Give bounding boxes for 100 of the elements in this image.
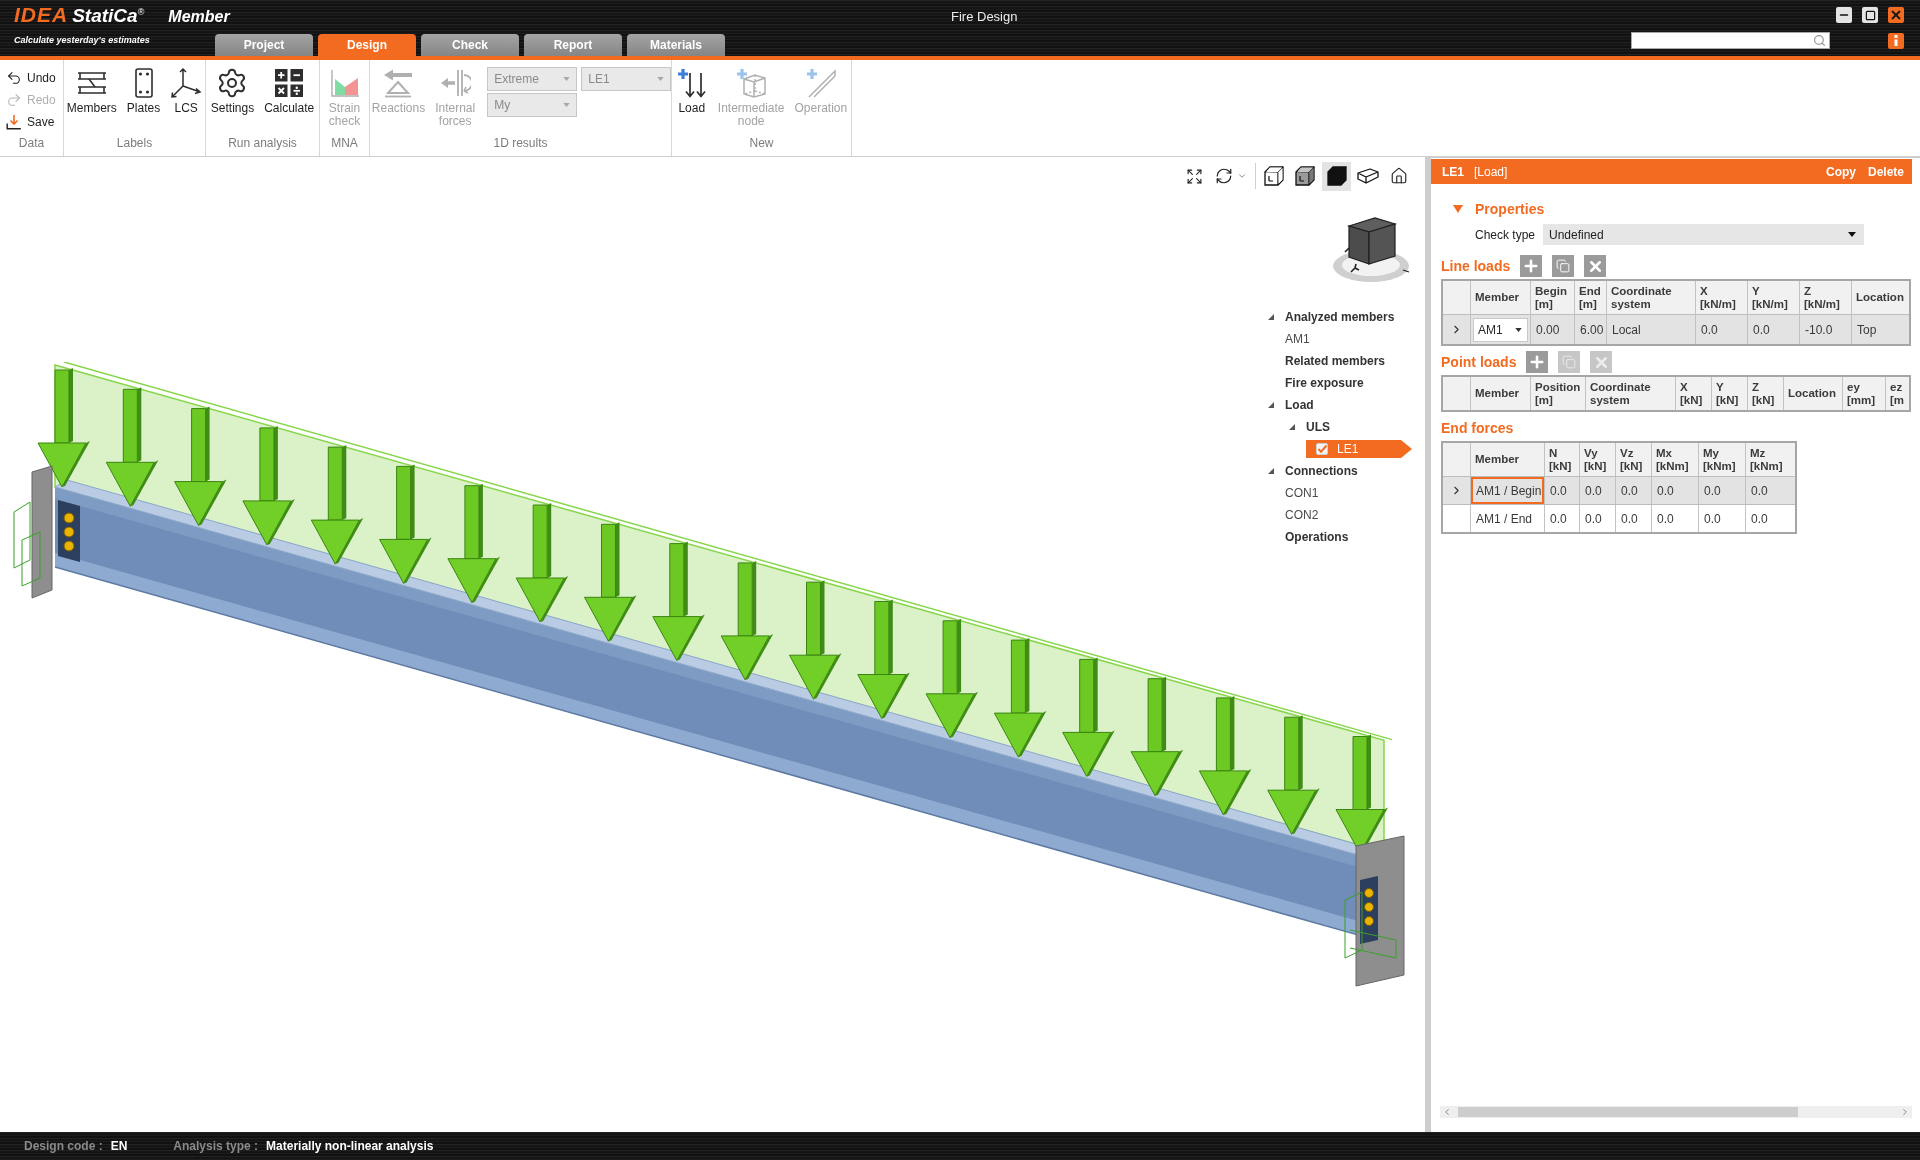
brand-tagline: Calculate yesterday's estimates <box>14 35 150 45</box>
copy-icon <box>1562 355 1577 369</box>
expand-icon <box>1185 167 1203 185</box>
column-header: ey [mm] <box>1843 377 1886 410</box>
caret-icon <box>563 103 571 107</box>
expanded-triangle-icon[interactable] <box>1268 468 1274 474</box>
copy-button[interactable] <box>1552 255 1575 277</box>
undo-button[interactable]: Undo <box>6 68 56 88</box>
tree-item[interactable]: AM1 <box>1285 328 1310 350</box>
tree-item[interactable]: ULS <box>1285 416 1330 438</box>
group-label: MNA <box>331 135 358 151</box>
ribbon-button[interactable]: Plates <box>124 67 163 115</box>
add-button[interactable] <box>1520 255 1543 277</box>
ribbon-button[interactable]: LCS <box>168 67 205 115</box>
check-type-dropdown[interactable]: Undefined <box>1543 224 1864 245</box>
table-row[interactable]: AM1 / End 0.0 0.0 0.0 0.0 0.0 0.0 <box>1443 504 1795 532</box>
section-title: End forces <box>1441 420 1514 436</box>
section-arrows-icon <box>439 67 472 99</box>
logo-mark: IDEA <box>14 3 69 27</box>
group-label: Data <box>18 135 45 151</box>
section-title: Point loads <box>1441 354 1517 370</box>
table-cell: 0.00 <box>1531 315 1575 344</box>
column-header: Member <box>1471 377 1531 410</box>
table-cell: 0.0 <box>1616 505 1652 532</box>
expanded-triangle-icon[interactable] <box>1268 314 1274 320</box>
ribbon-button[interactable]: Settings <box>208 67 257 115</box>
close-button[interactable] <box>1888 7 1904 23</box>
search-field[interactable] <box>1631 32 1830 49</box>
tree-item[interactable]: Connections <box>1264 460 1358 482</box>
scrollbar-thumb[interactable] <box>1458 1107 1798 1117</box>
close-icon <box>1889 8 1903 22</box>
add-arrows-icon <box>675 67 708 99</box>
table-cell: 0.0 <box>1748 315 1800 344</box>
table-cell: Local <box>1607 315 1696 344</box>
tree-item[interactable]: Load <box>1264 394 1314 416</box>
add-button[interactable] <box>1526 351 1549 373</box>
member-dropdown[interactable]: AM1 <box>1473 317 1528 342</box>
ribbon-button[interactable]: Members <box>64 67 119 115</box>
expanded-triangle-icon[interactable] <box>1289 424 1295 430</box>
table-row[interactable]: AM1 0.00 6.00 Local 0.0 0.0 -10.0 Top <box>1443 314 1909 344</box>
table-cell: 0.0 <box>1545 505 1580 532</box>
redo-icon <box>6 92 22 108</box>
table-cell: 6.00 <box>1575 315 1607 344</box>
section-title: Properties <box>1475 201 1545 217</box>
horizontal-scrollbar[interactable] <box>1440 1106 1912 1118</box>
tree-item[interactable]: Analyzed members <box>1264 306 1395 328</box>
field-label: Check type <box>1475 227 1537 242</box>
add-beam-icon <box>804 67 837 99</box>
ribbon-button[interactable]: Load <box>673 67 710 115</box>
table-cell: -10.0 <box>1800 315 1852 344</box>
status-label: Design code : <box>24 1139 103 1153</box>
save-icon <box>6 114 22 130</box>
maximize-icon <box>1864 9 1876 21</box>
caret-icon <box>657 77 665 81</box>
expanded-triangle-icon[interactable] <box>1268 402 1274 408</box>
column-header: Mz [kNm] <box>1749 445 1784 474</box>
chevron-down-icon <box>1237 171 1248 181</box>
add-cube-icon <box>735 67 768 99</box>
undo-icon <box>6 70 22 86</box>
caret-icon <box>1848 232 1856 237</box>
expanded-triangle-icon[interactable] <box>1453 205 1463 213</box>
column-header: Position [m] <box>1531 377 1586 410</box>
search-icon <box>1813 34 1826 47</box>
column-header: ez [m <box>1889 379 1906 408</box>
wireframe-cube-icon <box>1264 166 1285 186</box>
tree-item[interactable]: Related members <box>1264 350 1386 372</box>
table-cell[interactable]: AM1 / End <box>1471 505 1545 532</box>
arrow-support-icon <box>382 67 415 99</box>
save-button[interactable]: Save <box>6 112 55 132</box>
group-label: Labels <box>116 135 153 151</box>
table-cell: 0.0 <box>1696 315 1748 344</box>
table-cell: 0.0 <box>1699 505 1746 532</box>
box-icon <box>1356 168 1379 184</box>
tree-item[interactable]: CON1 <box>1285 482 1319 504</box>
rotate-icon <box>1215 167 1234 185</box>
checked-box-icon[interactable] <box>1316 443 1328 455</box>
caret-icon <box>563 77 571 81</box>
ribbon-button[interactable]: Calculate <box>262 67 317 115</box>
item-type: [Load] <box>1474 164 1508 179</box>
group-label: 1D results <box>493 135 548 151</box>
info-button[interactable] <box>1888 32 1904 49</box>
table-cell: 0.0 <box>1580 505 1616 532</box>
table-cell-text: 0.0 <box>1750 510 1769 528</box>
product-name: Member <box>168 8 230 26</box>
minimize-button[interactable] <box>1836 7 1852 23</box>
table-cell[interactable]: AM1 / Begin <box>1471 477 1545 504</box>
view-mode-button[interactable] <box>1322 161 1351 191</box>
table-cell-text: 0.0 <box>1750 482 1769 500</box>
info-icon <box>1894 35 1898 46</box>
home-icon <box>1389 167 1408 185</box>
solid-cube-icon <box>1326 166 1347 186</box>
tree-item[interactable]: Fire exposure <box>1264 372 1364 394</box>
column-header: Location <box>1855 290 1905 305</box>
stress-diagram-icon <box>328 67 361 99</box>
delete-button[interactable] <box>1584 255 1607 277</box>
maximize-button[interactable] <box>1862 7 1878 23</box>
table-cell-text: Top <box>1856 321 1878 339</box>
status-value: EN <box>110 1139 128 1153</box>
shaded-cube-icon <box>1295 166 1316 186</box>
table-row[interactable]: AM1 / Begin 0.0 0.0 0.0 0.0 0.0 0.0 <box>1443 476 1795 504</box>
